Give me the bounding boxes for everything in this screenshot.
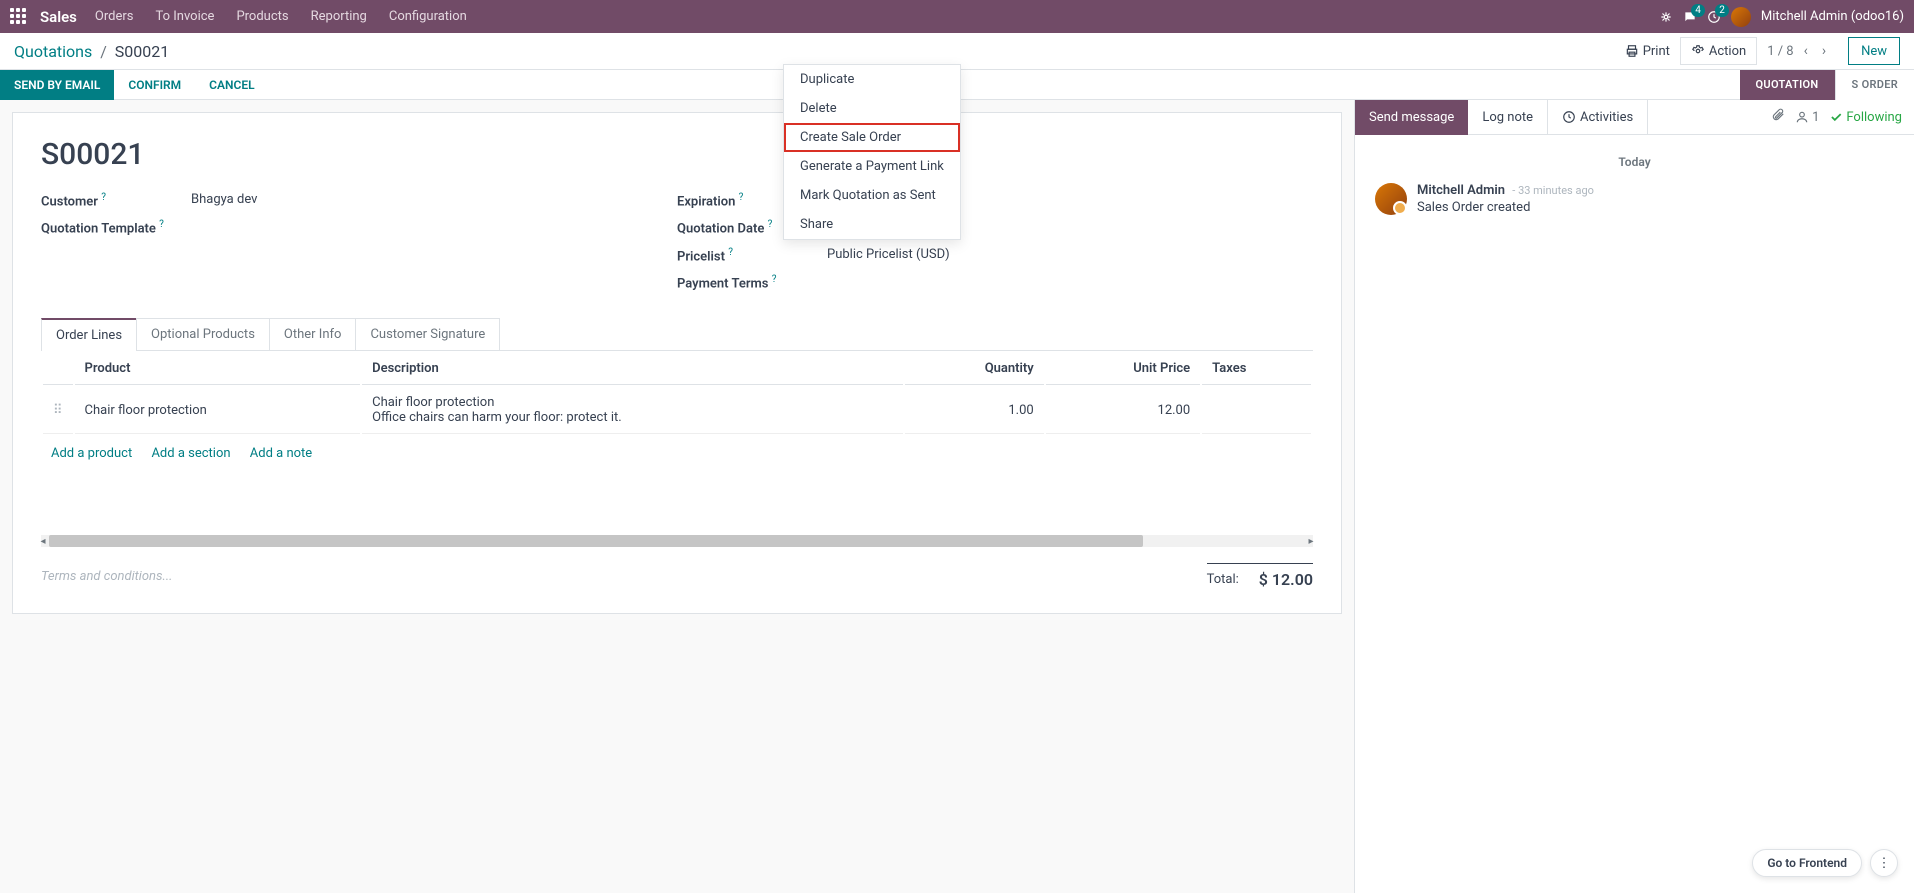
col-unit-price: Unit Price <box>1046 353 1200 385</box>
dropdown-mark-sent[interactable]: Mark Quotation as Sent <box>784 181 960 210</box>
activity-badge: 2 <box>1715 4 1729 17</box>
cell-qty[interactable]: 1.00 <box>905 387 1044 434</box>
menu-products[interactable]: Products <box>236 9 288 24</box>
horizontal-scrollbar[interactable]: ◂ ▸ <box>41 535 1313 547</box>
status-quotation[interactable]: QUOTATION <box>1740 70 1835 100</box>
followers-button[interactable]: 1 <box>1795 110 1819 125</box>
user-avatar[interactable] <box>1731 7 1751 27</box>
breadcrumb: Quotations / S00021 <box>14 42 169 61</box>
add-note-link[interactable]: Add a note <box>250 446 312 461</box>
floating-actions: Go to Frontend ⋮ <box>1752 849 1898 877</box>
col-taxes: Taxes <box>1202 353 1311 385</box>
col-quantity: Quantity <box>905 353 1044 385</box>
tab-optional-products[interactable]: Optional Products <box>136 318 270 351</box>
new-button[interactable]: New <box>1848 37 1900 65</box>
tab-order-lines[interactable]: Order Lines <box>41 318 137 351</box>
menu-to-invoice[interactable]: To Invoice <box>155 9 214 24</box>
dropdown-generate-payment-link[interactable]: Generate a Payment Link <box>784 152 960 181</box>
action-button[interactable]: Action <box>1680 37 1757 65</box>
cell-price[interactable]: 12.00 <box>1046 387 1200 434</box>
chat-icon[interactable]: 4 <box>1683 10 1697 24</box>
send-message-button[interactable]: Send message <box>1355 100 1468 135</box>
activities-button[interactable]: Activities <box>1547 100 1648 135</box>
attachment-icon[interactable] <box>1771 108 1785 126</box>
message-author: Mitchell Admin <box>1417 183 1505 198</box>
col-product: Product <box>75 353 361 385</box>
record-title: S00021 <box>41 137 1313 172</box>
scrollbar-thumb[interactable] <box>49 535 1143 547</box>
cell-taxes[interactable] <box>1202 387 1311 434</box>
menu-orders[interactable]: Orders <box>95 9 134 24</box>
cell-description[interactable]: Chair floor protectionOffice chairs can … <box>362 387 903 434</box>
label-customer: Customer ? <box>41 192 191 209</box>
chat-badge: 4 <box>1691 4 1705 17</box>
menu-reporting[interactable]: Reporting <box>311 9 367 24</box>
apps-icon[interactable] <box>10 8 28 26</box>
tabs: Order Lines Optional Products Other Info… <box>41 317 1313 351</box>
total-row: Total: $ 12.00 <box>1207 563 1313 589</box>
print-button[interactable]: Print <box>1615 37 1680 65</box>
pager-prev-icon[interactable]: ‹ <box>1800 43 1812 59</box>
breadcrumb-current: S00021 <box>115 42 169 61</box>
top-navbar: Sales Orders To Invoice Products Reporti… <box>0 0 1914 33</box>
label-pricelist: Pricelist ? <box>677 247 827 264</box>
col-description: Description <box>362 353 903 385</box>
total-amount: $ 12.00 <box>1259 570 1313 589</box>
app-brand[interactable]: Sales <box>40 8 77 26</box>
dropdown-create-sale-order[interactable]: Create Sale Order <box>784 123 960 152</box>
chatter-date-divider: Today <box>1375 155 1894 169</box>
cancel-button[interactable]: CANCEL <box>195 70 268 100</box>
pager-count[interactable]: 1 / 8 <box>1767 44 1793 59</box>
add-section-link[interactable]: Add a section <box>151 446 230 461</box>
log-note-button[interactable]: Log note <box>1468 100 1547 135</box>
activity-icon[interactable]: 2 <box>1707 10 1721 24</box>
add-product-link[interactable]: Add a product <box>51 446 132 461</box>
send-email-button[interactable]: SEND BY EMAIL <box>0 70 114 100</box>
pager-next-icon[interactable]: › <box>1818 43 1830 59</box>
dropdown-delete[interactable]: Delete <box>784 94 960 123</box>
chatter-panel: Send message Log note Activities 1 Follo… <box>1354 100 1914 893</box>
table-row[interactable]: ⠿ Chair floor protection Chair floor pro… <box>43 387 1311 434</box>
confirm-button[interactable]: CONFIRM <box>114 70 195 100</box>
cell-product[interactable]: Chair floor protection <box>75 387 361 434</box>
user-name[interactable]: Mitchell Admin (odoo16) <box>1761 9 1904 24</box>
message-avatar <box>1375 183 1407 215</box>
following-button[interactable]: Following <box>1829 110 1902 125</box>
order-lines-table: Product Description Quantity Unit Price … <box>41 351 1313 436</box>
dropdown-duplicate[interactable]: Duplicate <box>784 65 960 94</box>
breadcrumb-root[interactable]: Quotations <box>14 42 92 61</box>
dropdown-share[interactable]: Share <box>784 210 960 239</box>
total-label: Total: <box>1207 572 1239 587</box>
message-text: Sales Order created <box>1417 200 1594 215</box>
scroll-left-icon[interactable]: ◂ <box>37 535 49 547</box>
label-template: Quotation Template ? <box>41 219 191 236</box>
terms-placeholder[interactable]: Terms and conditions... <box>41 569 1207 584</box>
debug-icon[interactable] <box>1659 10 1673 24</box>
message-time: - 33 minutes ago <box>1512 184 1594 197</box>
more-options-icon[interactable]: ⋮ <box>1870 849 1898 877</box>
main-menu: Orders To Invoice Products Reporting Con… <box>95 9 467 24</box>
drag-handle-icon[interactable]: ⠿ <box>43 387 73 434</box>
value-customer[interactable]: Bhagya dev <box>191 192 257 207</box>
scroll-right-icon[interactable]: ▸ <box>1305 535 1317 547</box>
go-to-frontend-button[interactable]: Go to Frontend <box>1752 849 1862 877</box>
tab-customer-signature[interactable]: Customer Signature <box>355 318 500 351</box>
status-sales-order[interactable]: S ORDER <box>1835 70 1914 100</box>
menu-configuration[interactable]: Configuration <box>389 9 467 24</box>
label-payment-terms: Payment Terms ? <box>677 274 827 291</box>
value-pricelist[interactable]: Public Pricelist (USD) <box>827 247 950 262</box>
action-dropdown: Duplicate Delete Create Sale Order Gener… <box>783 64 961 240</box>
pager: 1 / 8 ‹ › <box>1757 37 1840 65</box>
tab-other-info[interactable]: Other Info <box>269 318 357 351</box>
chatter-message: Mitchell Admin - 33 minutes ago Sales Or… <box>1375 183 1894 215</box>
form-sheet: S00021 Customer ?Bhagya dev Quotation Te… <box>12 112 1342 614</box>
